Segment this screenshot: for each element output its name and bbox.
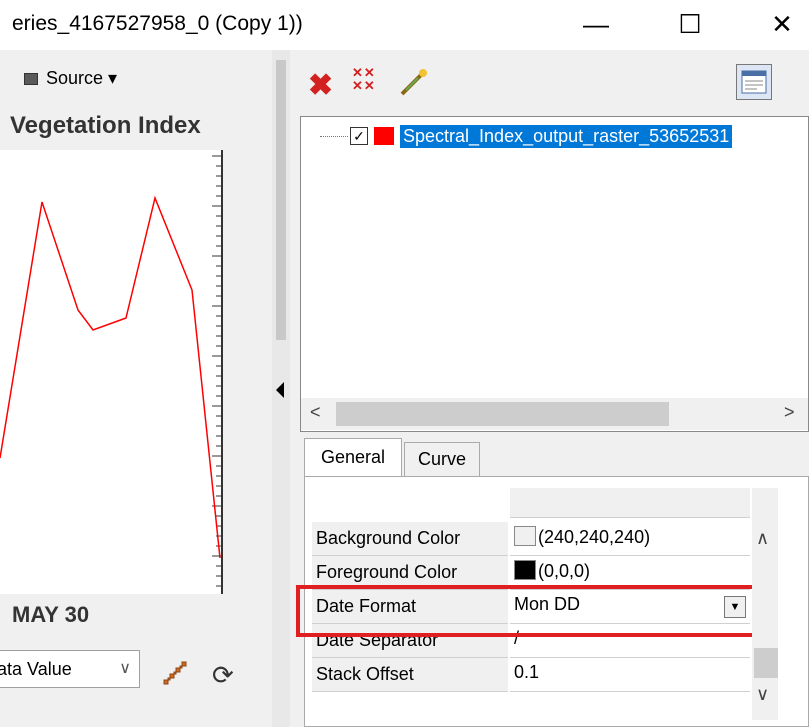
wand-icon[interactable]	[396, 66, 430, 100]
tree-item[interactable]: ✓ Spectral_Index_output_raster_53652531	[320, 124, 733, 148]
tab-general[interactable]: General	[304, 438, 402, 476]
maximize-button[interactable]: ☐	[660, 0, 720, 48]
property-value[interactable]: (240,240,240)	[510, 522, 750, 556]
plot-area	[0, 150, 222, 594]
chart-plot	[0, 150, 223, 594]
color-swatch	[514, 560, 536, 580]
highlight-box	[296, 585, 762, 637]
layer-color-swatch	[374, 127, 394, 145]
color-swatch	[514, 526, 536, 546]
property-row-background-color[interactable]: Background Color (240,240,240)	[312, 522, 752, 556]
tree-scroll-thumb[interactable]	[336, 402, 669, 426]
stairs-icon[interactable]	[160, 658, 190, 688]
layer-tree	[300, 116, 809, 432]
x-tick-label: MAY 30	[12, 602, 90, 627]
layer-label[interactable]: Spectral_Index_output_raster_53652531	[400, 124, 733, 148]
refresh-icon[interactable]: ⟳	[212, 660, 234, 691]
property-header-row	[312, 488, 752, 522]
properties-icon[interactable]	[736, 64, 772, 100]
scroll-up-icon[interactable]: ∧	[756, 528, 769, 549]
scroll-left-icon[interactable]: <	[310, 402, 321, 423]
scroll-right-icon[interactable]: >	[784, 402, 795, 423]
minimize-button[interactable]: —	[566, 0, 626, 48]
collapse-arrow-icon[interactable]	[276, 382, 284, 398]
property-name: Stack Offset	[312, 658, 508, 692]
value-select[interactable]: ata Value ∨	[0, 650, 140, 688]
tab-curve[interactable]: Curve	[404, 442, 480, 476]
property-value[interactable]: 0.1	[510, 658, 750, 692]
window-title: eries_4167527958_0 (Copy 1))	[12, 12, 303, 35]
property-grid-scroll-thumb[interactable]	[754, 648, 778, 678]
chevron-down-icon: ∨	[119, 660, 131, 677]
splitter-grip[interactable]	[276, 60, 286, 340]
chart-title: Vegetation Index	[10, 112, 201, 139]
layer-checkbox[interactable]: ✓	[350, 127, 368, 145]
close-button[interactable]: ✕	[752, 0, 809, 48]
scroll-down-icon[interactable]: ∨	[756, 684, 769, 705]
delete-all-icon[interactable]: ✕✕ ✕✕	[352, 66, 376, 92]
value-select-label: ata Value	[0, 658, 72, 679]
source-label: Source ▾	[46, 68, 118, 88]
property-value-text: (240,240,240)	[538, 527, 651, 547]
delete-icon[interactable]: ✖	[308, 68, 333, 103]
tree-connector	[320, 135, 348, 137]
property-value-text: (0,0,0)	[538, 561, 591, 581]
source-swatch	[24, 72, 38, 85]
property-name: Background Color	[312, 522, 508, 556]
source-toggle[interactable]: Source ▾	[24, 68, 117, 89]
property-row-stack-offset[interactable]: Stack Offset 0.1	[312, 658, 752, 692]
